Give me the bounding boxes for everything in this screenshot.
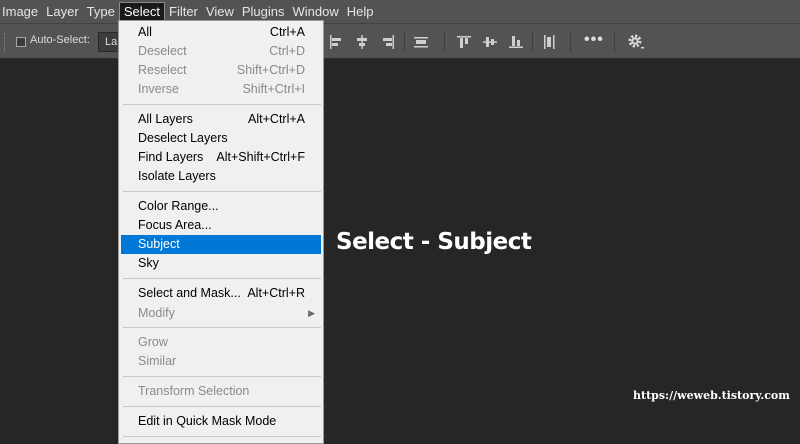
menu-item-label: Grow [138,335,168,349]
menu-plugins[interactable]: Plugins [238,2,289,22]
menu-item-shortcut: Alt+Shift+Ctrl+F [216,150,305,164]
menu-item-label: Isolate Layers [138,169,216,183]
menu-item-shortcut: Ctrl+D [269,44,305,58]
align-right-edges-icon[interactable] [380,34,396,50]
menu-item-shortcut: Alt+Ctrl+R [247,286,305,300]
menu-divider [123,436,321,437]
menu-item-color-range[interactable]: Color Range... [121,197,321,216]
menu-item-focus-area[interactable]: Focus Area... [121,216,321,235]
more-icon[interactable]: ••• [584,31,604,49]
menu-item-label: Color Range... [138,199,219,213]
menu-item-label: Subject [138,237,180,251]
menu-item-isolate-layers[interactable]: Isolate Layers [121,167,321,186]
menu-item-edit-in-quick-mask-mode[interactable]: Edit in Quick Mask Mode [121,412,321,431]
menu-item-label: Inverse [138,82,179,96]
menu-divider [123,191,321,192]
menu-item-label: Select and Mask... [138,286,241,300]
menu-item-deselect-layers[interactable]: Deselect Layers [121,129,321,148]
menu-item-shortcut: Shift+Ctrl+I [242,82,305,96]
menu-filter[interactable]: Filter [165,2,202,22]
toolbar-separator [532,32,533,52]
menu-item-label: All Layers [138,112,193,126]
menu-help[interactable]: Help [343,2,378,22]
menu-item-label: Find Layers [138,150,204,164]
menu-window[interactable]: Window [288,2,342,22]
menu-type[interactable]: Type [83,2,119,22]
menu-item-label: Deselect [138,44,187,58]
menu-item-label: Reselect [138,63,187,77]
menu-divider [123,406,321,407]
menu-select[interactable]: Select [118,1,165,22]
menu-item-label: Deselect Layers [138,131,228,145]
toolbar-separator [444,32,445,52]
menu-item-grow[interactable]: Grow [121,333,321,352]
menu-item-all-layers[interactable]: All Layers Alt+Ctrl+A [121,110,321,129]
menu-image[interactable]: Image [0,2,42,22]
menu-item-shortcut: Alt+Ctrl+A [248,112,305,126]
align-bottom-edges-icon[interactable] [508,34,524,50]
select-menu: All Ctrl+A Deselect Ctrl+D Reselect Shift+C… [118,20,324,444]
menu-item-inverse[interactable]: Inverse Shift+Ctrl+I [121,80,321,99]
auto-select-label: Auto-Select: [30,34,90,46]
menu-item-label: Modify [138,306,175,320]
menu-divider [123,327,321,328]
align-top-edges-icon[interactable] [456,34,472,50]
menu-item-select-and-mask[interactable]: Select and Mask... Alt+Ctrl+R [121,284,321,303]
menu-item-shortcut: Shift+Ctrl+D [236,63,305,77]
menu-item-label: Focus Area... [138,218,212,232]
distribute-vertical-icon[interactable] [541,34,557,50]
menu-item-label: All [138,25,152,39]
menu-item-deselect[interactable]: Deselect Ctrl+D [121,42,321,61]
menu-item-label: Transform Selection [138,384,250,398]
menu-item-label: Edit in Quick Mask Mode [138,414,277,428]
menu-layer[interactable]: Layer [42,2,83,22]
submenu-arrow-icon: ▶ [308,308,315,318]
menu-divider [123,376,321,377]
menu-item-reselect[interactable]: Reselect Shift+Ctrl+D [121,61,321,80]
menu-item-find-layers[interactable]: Find Layers Alt+Shift+Ctrl+F [121,148,321,167]
watermark-text: https://weweb.tistory.com [633,389,790,402]
align-left-edges-icon[interactable] [328,34,344,50]
menu-item-modify[interactable]: Modify ▶ [121,304,321,323]
align-vertical-centers-icon[interactable] [482,34,498,50]
gear-icon[interactable] [627,33,645,51]
toolbar-separator [614,32,615,52]
caption-text: Select - Subject [336,229,532,255]
menu-item-shortcut: Ctrl+A [269,25,305,39]
menu-divider [123,278,321,279]
distribute-horizontal-icon[interactable] [413,34,429,50]
menu-item-all[interactable]: All Ctrl+A [121,23,321,42]
menu-item-similar[interactable]: Similar [121,352,321,371]
menu-item-subject[interactable]: Subject [121,235,321,254]
toolbar-separator [570,32,571,52]
toolbar-separator [404,32,405,52]
align-horizontal-centers-icon[interactable] [354,34,370,50]
menu-item-transform-selection[interactable]: Transform Selection [121,382,321,401]
menu-divider [123,104,321,105]
menu-item-label: Similar [138,354,177,368]
menu-view[interactable]: View [202,2,238,22]
auto-select-checkbox[interactable] [16,37,26,47]
options-bar-grip[interactable] [4,33,6,51]
menu-item-sky[interactable]: Sky [121,254,321,273]
menu-item-label: Sky [138,256,159,270]
